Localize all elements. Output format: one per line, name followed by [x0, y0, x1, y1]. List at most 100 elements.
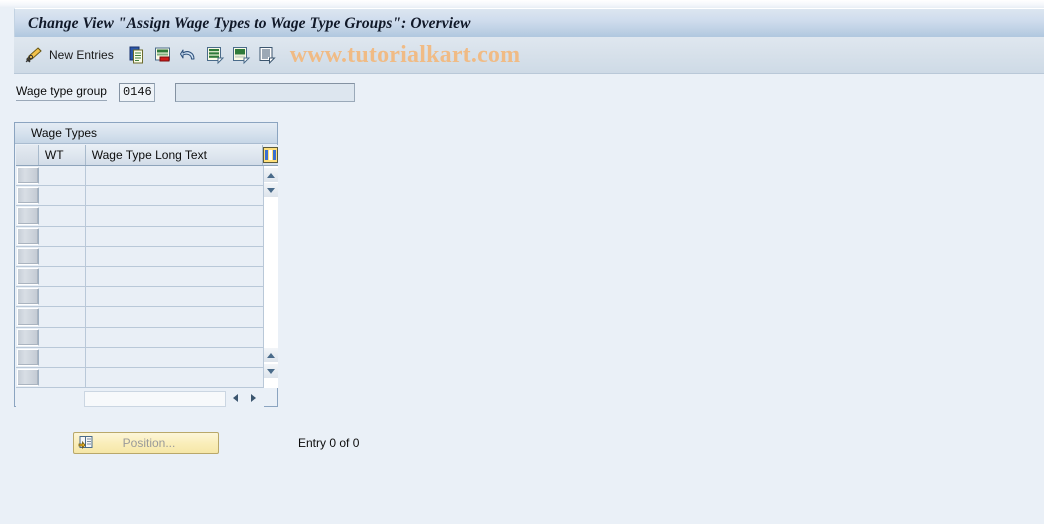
- undo-icon: [179, 49, 195, 60]
- row-selector[interactable]: [17, 227, 39, 245]
- column-config-icon: [263, 147, 278, 163]
- scroll-up-button-bottom[interactable]: [264, 348, 278, 362]
- page-title: Change View "Assign Wage Types to Wage T…: [28, 14, 471, 32]
- title-bar: Change View "Assign Wage Types to Wage T…: [14, 8, 1044, 38]
- details-button[interactable]: [254, 43, 280, 67]
- new-entries-label: New Entries: [49, 48, 114, 62]
- cell-wt[interactable]: [39, 307, 86, 327]
- copy-icon: [129, 46, 143, 64]
- wage-type-group-label: Wage type group: [16, 84, 107, 101]
- select-all-button[interactable]: [202, 43, 228, 67]
- cell-long-text[interactable]: [86, 166, 264, 185]
- watermark-text: www.tutorialkart.com: [289, 42, 521, 68]
- select-all-icon: [206, 47, 224, 65]
- row-selector[interactable]: [17, 247, 39, 265]
- position-button-label: Position...: [122, 436, 176, 450]
- scroll-down-icon: [267, 187, 275, 193]
- scroll-down-icon: [267, 368, 275, 374]
- scroll-up-button-top[interactable]: [264, 168, 278, 182]
- select-all-column-header[interactable]: [16, 145, 39, 165]
- row-selector[interactable]: [17, 328, 39, 346]
- table-row[interactable]: [16, 186, 264, 207]
- row-selector[interactable]: [17, 288, 39, 306]
- table-row[interactable]: [16, 347, 264, 368]
- deselect-all-button[interactable]: [228, 43, 254, 67]
- table-row[interactable]: [16, 206, 264, 227]
- wage-types-grid: WT Wage Type Long Text: [16, 145, 278, 407]
- scroll-up-icon: [267, 172, 275, 178]
- wage-types-panel: Wage Types WT Wage Type Long Text: [14, 122, 278, 407]
- wage-type-group-text-input[interactable]: [174, 82, 355, 102]
- cell-wt[interactable]: [39, 287, 86, 307]
- undo-button[interactable]: [176, 43, 202, 67]
- cell-wt[interactable]: [39, 347, 86, 367]
- wage-type-group-row: Wage type group: [16, 81, 355, 103]
- scroll-right-button[interactable]: [246, 391, 260, 405]
- table-row[interactable]: [16, 307, 264, 328]
- table-row[interactable]: [16, 287, 264, 308]
- column-header-long-text[interactable]: Wage Type Long Text: [86, 145, 263, 165]
- row-selector[interactable]: [17, 187, 39, 205]
- cell-wt[interactable]: [39, 327, 86, 347]
- application-toolbar: New Entries www.tutorialkart.com: [14, 37, 1044, 74]
- scroll-right-icon: [250, 394, 256, 402]
- cell-wt[interactable]: [39, 206, 86, 226]
- horizontal-scrollbar[interactable]: [16, 389, 264, 407]
- position-button[interactable]: Position...: [73, 432, 219, 454]
- row-selector[interactable]: [17, 207, 39, 225]
- cell-wt[interactable]: [39, 367, 86, 388]
- copy-button[interactable]: [124, 43, 150, 67]
- deselect-all-icon: [232, 47, 250, 65]
- delete-row-button[interactable]: [150, 43, 176, 67]
- wage-types-panel-title: Wage Types: [15, 123, 277, 144]
- wage-types-title-label: Wage Types: [31, 126, 98, 140]
- toolbar-spacer-2: [117, 55, 124, 56]
- pencil-icon: [25, 47, 42, 63]
- cell-wt[interactable]: [39, 266, 86, 287]
- row-selector[interactable]: [17, 167, 39, 185]
- scroll-left-icon: [232, 394, 238, 402]
- cell-wt[interactable]: [39, 166, 86, 186]
- scroll-up-icon: [267, 352, 275, 358]
- cell-long-text[interactable]: [86, 267, 264, 286]
- horizontal-scroll-track[interactable]: [84, 391, 226, 407]
- grid-header-row: WT Wage Type Long Text: [16, 145, 278, 166]
- table-row[interactable]: [16, 327, 264, 348]
- wage-type-group-input[interactable]: [118, 82, 155, 102]
- scroll-left-button[interactable]: [228, 391, 242, 405]
- row-selector[interactable]: [17, 348, 39, 366]
- row-selector[interactable]: [17, 368, 39, 387]
- column-config-button[interactable]: [263, 145, 278, 165]
- cell-long-text[interactable]: [86, 328, 264, 347]
- grid-body: [16, 166, 264, 388]
- table-row[interactable]: [16, 266, 264, 288]
- cell-long-text[interactable]: [86, 348, 264, 367]
- cell-wt[interactable]: [39, 186, 86, 206]
- cell-long-text[interactable]: [86, 307, 264, 326]
- position-icon: [78, 436, 93, 450]
- row-selector[interactable]: [17, 267, 39, 286]
- cell-long-text[interactable]: [86, 206, 264, 225]
- cell-long-text[interactable]: [86, 247, 264, 266]
- row-selector[interactable]: [17, 308, 39, 326]
- scroll-down-button-top[interactable]: [264, 183, 278, 197]
- table-row[interactable]: [16, 166, 264, 187]
- display-change-button[interactable]: New Entries: [21, 43, 117, 67]
- cell-long-text[interactable]: [86, 186, 264, 205]
- cell-long-text[interactable]: [86, 227, 264, 246]
- table-row[interactable]: [16, 367, 264, 388]
- cell-wt[interactable]: [39, 246, 86, 266]
- sap-window: Change View "Assign Wage Types to Wage T…: [0, 0, 1044, 524]
- cell-long-text[interactable]: [86, 368, 264, 387]
- cell-wt[interactable]: [39, 226, 86, 246]
- table-row[interactable]: [16, 246, 264, 267]
- column-header-wt[interactable]: WT: [39, 145, 86, 165]
- window-top-strip: [0, 0, 1044, 8]
- scroll-down-button-bottom[interactable]: [264, 364, 278, 378]
- vertical-scrollbar[interactable]: [263, 166, 278, 388]
- cell-long-text[interactable]: [86, 287, 264, 306]
- entry-status: Entry 0 of 0: [298, 436, 360, 450]
- details-icon: [259, 47, 276, 65]
- table-row[interactable]: [16, 226, 264, 247]
